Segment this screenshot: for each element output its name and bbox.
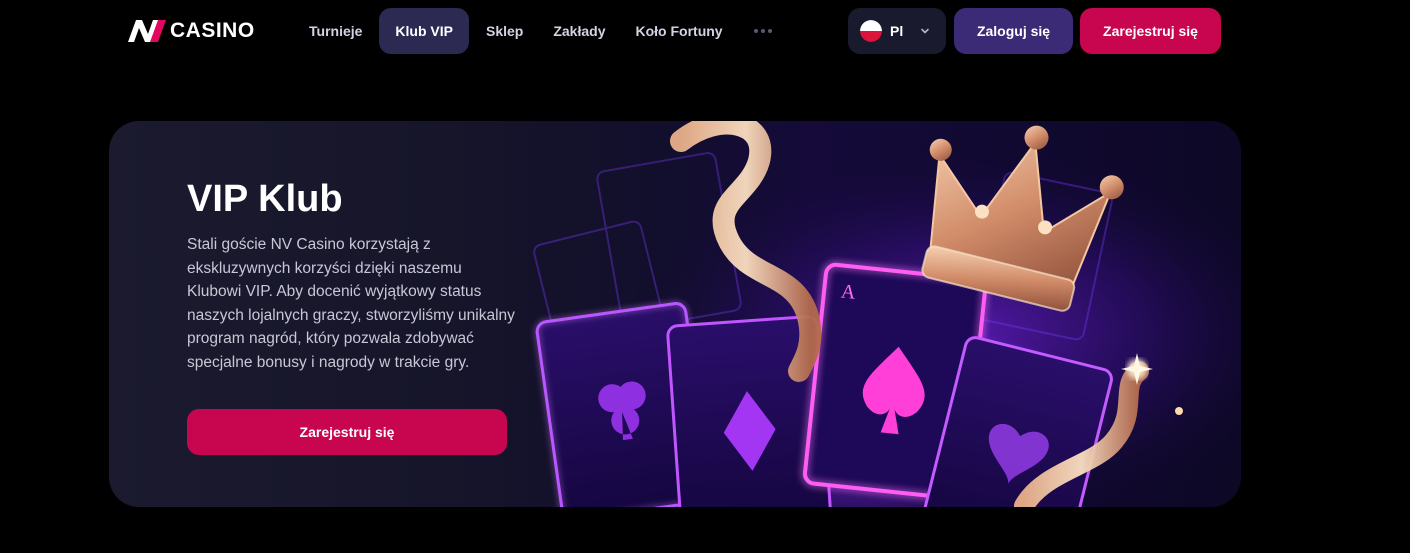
hero-description: Stali goście NV Casino korzystają z eksk… bbox=[187, 236, 515, 371]
login-button[interactable]: Zaloguj się bbox=[954, 8, 1073, 54]
nav-item-zaklady[interactable]: Zakłady bbox=[540, 8, 618, 54]
language-code: Pl bbox=[890, 23, 904, 39]
nav-item-klub-vip[interactable]: Klub VIP bbox=[379, 8, 469, 54]
hero-register-button[interactable]: Zarejestruj się bbox=[187, 409, 507, 455]
svg-text:A: A bbox=[840, 281, 857, 304]
nav-item-kolo-fortuny[interactable]: Koło Fortuny bbox=[622, 8, 735, 54]
language-selector[interactable]: Pl bbox=[848, 8, 946, 54]
poland-flag-icon bbox=[860, 20, 882, 42]
logo-text: CASINO bbox=[170, 19, 255, 42]
site-logo[interactable]: CASINO bbox=[128, 19, 255, 43]
nv-logo-icon bbox=[128, 20, 166, 42]
register-button[interactable]: Zarejestruj się bbox=[1080, 8, 1221, 54]
chevron-down-icon bbox=[921, 28, 930, 34]
more-dots-icon[interactable] bbox=[740, 8, 786, 54]
vip-hero-banner: A VIP Klub Stali goście NV Casino korzys… bbox=[109, 121, 1241, 507]
more-dots-glyph bbox=[753, 29, 772, 33]
top-header: CASINO Turnieje Klub VIP Sklep Zakłady K… bbox=[0, 0, 1410, 62]
nav-item-sklep[interactable]: Sklep bbox=[473, 8, 536, 54]
nav-item-turnieje[interactable]: Turnieje bbox=[296, 8, 375, 54]
hero-title: VIP Klub bbox=[187, 178, 343, 220]
main-nav: Turnieje Klub VIP Sklep Zakłady Koło For… bbox=[296, 8, 786, 54]
